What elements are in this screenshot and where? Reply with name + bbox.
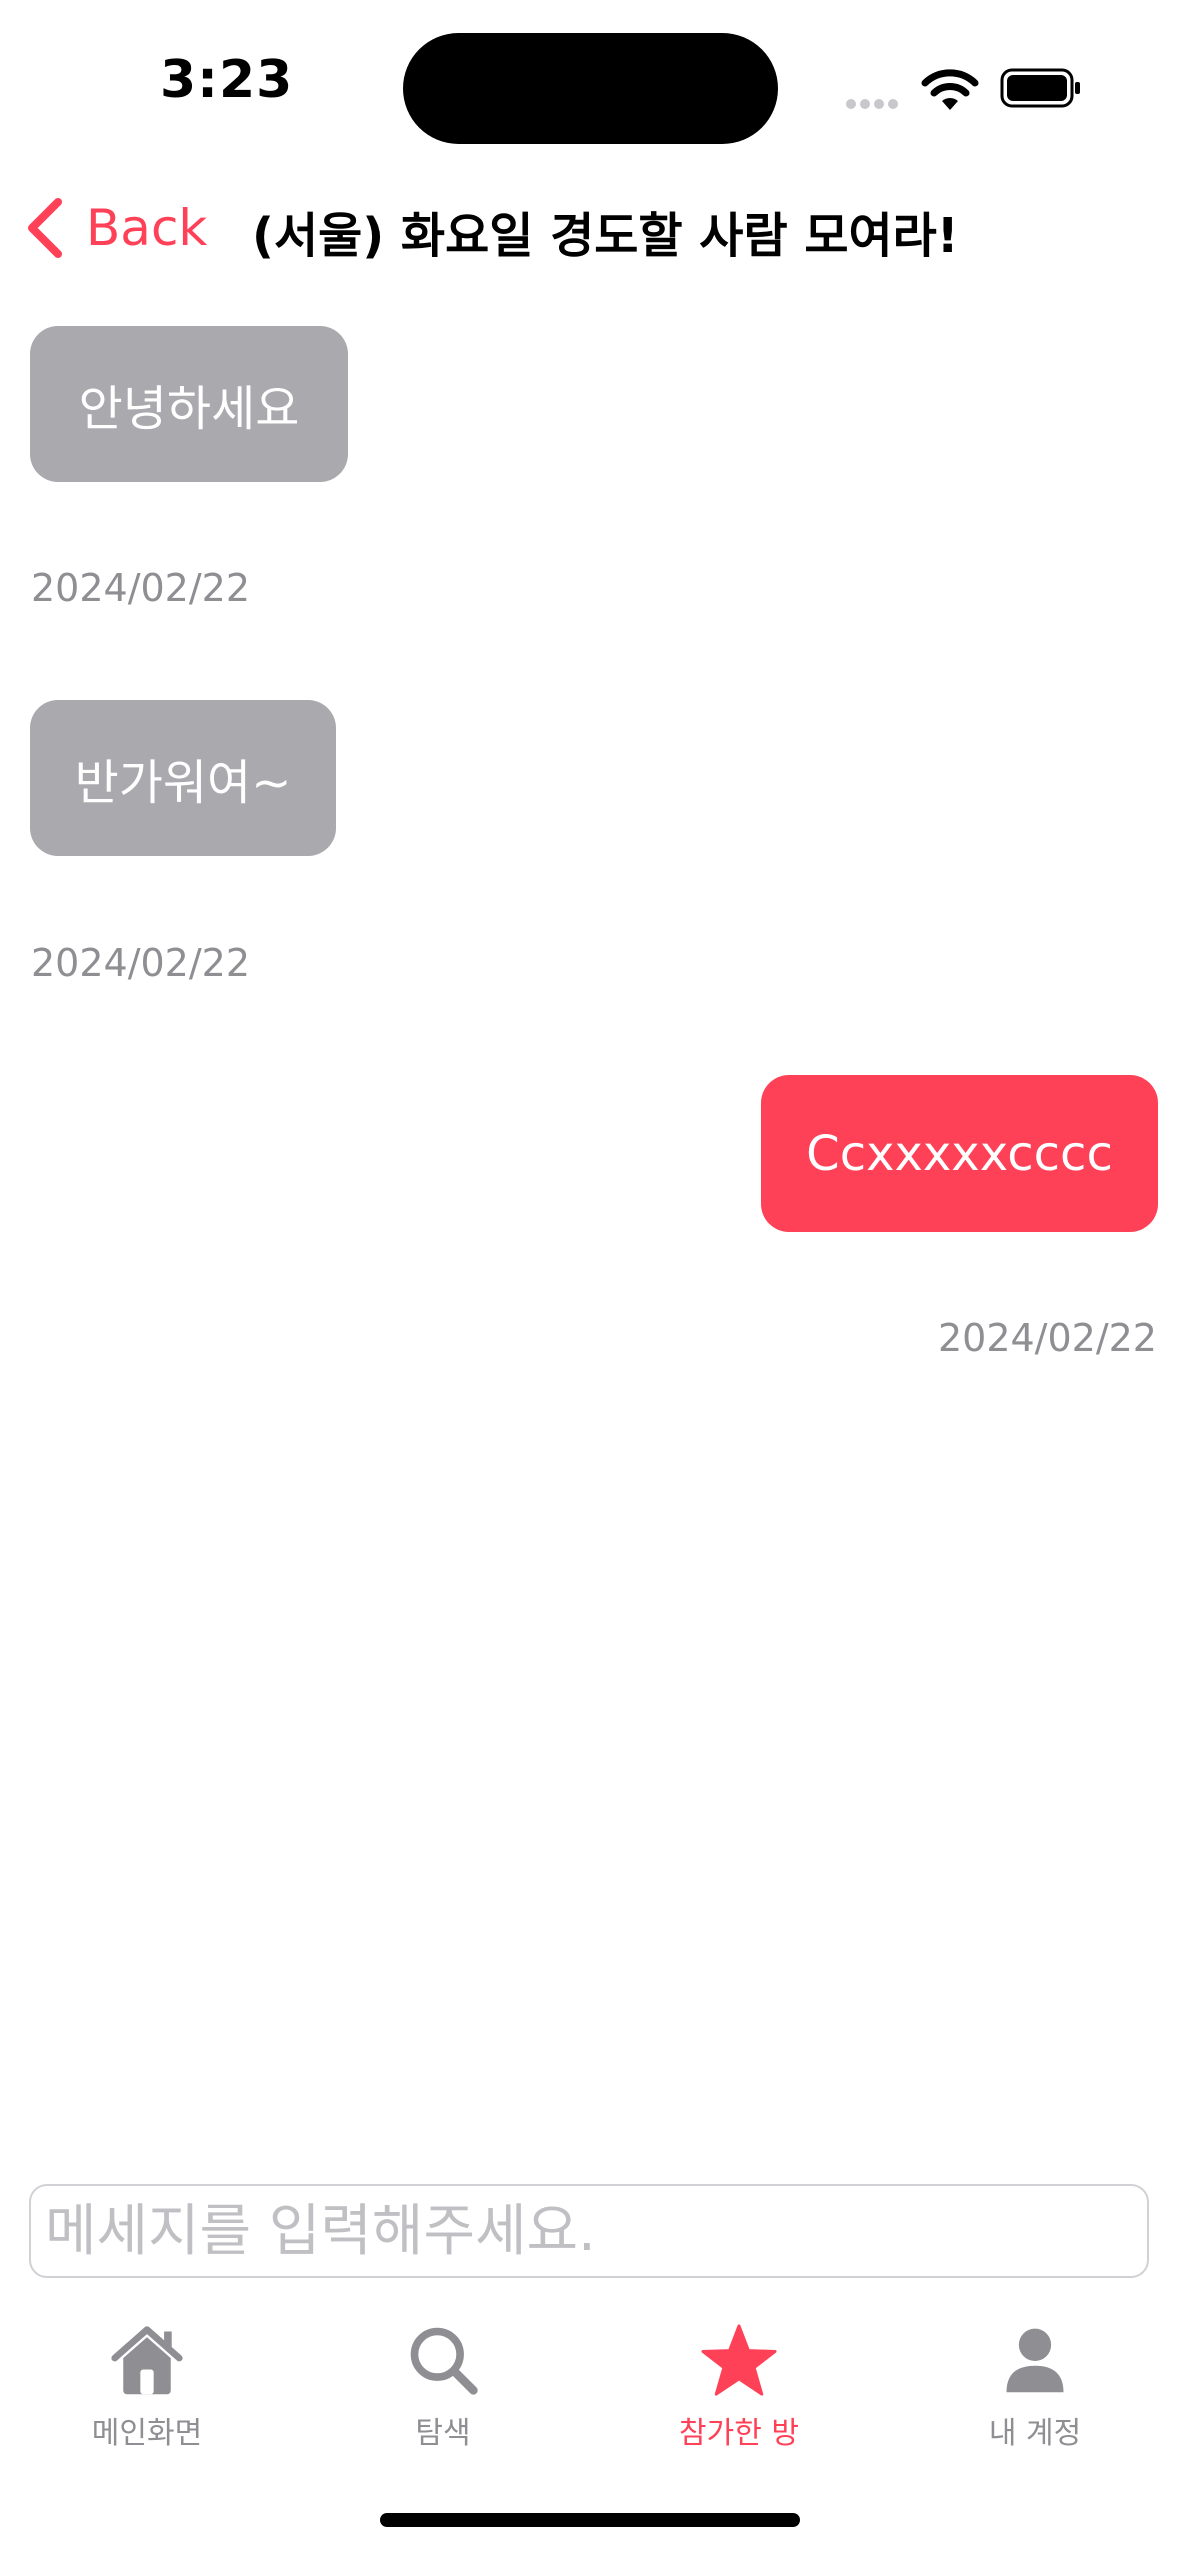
message-bubble[interactable]: 반가워여~ xyxy=(30,700,336,856)
message-date: 2024/02/22 xyxy=(31,941,251,985)
message-bubble-sent[interactable]: Ccxxxxxcccc xyxy=(761,1075,1158,1232)
battery-icon xyxy=(1000,68,1080,108)
magnifier-icon xyxy=(410,2327,478,2395)
dynamic-island xyxy=(403,33,778,144)
message-date: 2024/02/22 xyxy=(31,566,251,610)
star-icon xyxy=(701,2324,777,2396)
tab-label: 메인화면 xyxy=(91,2416,203,2451)
person-icon xyxy=(1006,2328,1064,2393)
tab-label: 내 계정 xyxy=(988,2416,1082,2451)
tab-label: 탐색 xyxy=(415,2416,471,2451)
message-text: 안녕하세요 xyxy=(78,381,300,437)
message-text: 반가워여~ xyxy=(74,755,292,811)
house-icon xyxy=(111,2326,183,2395)
tab-search[interactable]: 탐색 xyxy=(328,2322,558,2452)
chat-room-title: (서울) 화요일 경도할 사람 모여라! xyxy=(252,208,959,264)
tab-home[interactable]: 메인화면 xyxy=(32,2322,262,2452)
message-text: Ccxxxxxcccc xyxy=(806,1125,1113,1182)
back-label: Back xyxy=(86,199,208,257)
chevron-left-icon xyxy=(28,198,62,258)
tab-my-account[interactable]: 내 계정 xyxy=(920,2322,1150,2452)
message-input[interactable] xyxy=(29,2184,1149,2278)
home-indicator xyxy=(380,2513,800,2527)
back-button[interactable]: Back xyxy=(24,196,207,260)
tab-joined-rooms[interactable]: 참가한 방 xyxy=(624,2322,854,2452)
message-bubble[interactable]: 안녕하세요 xyxy=(30,326,348,482)
tab-label: 참가한 방 xyxy=(679,2416,799,2451)
message-date: 2024/02/22 xyxy=(937,1316,1157,1360)
status-time: 3:23 xyxy=(160,50,294,110)
cellular-signal-icon xyxy=(846,94,908,109)
wifi-icon xyxy=(921,69,979,110)
